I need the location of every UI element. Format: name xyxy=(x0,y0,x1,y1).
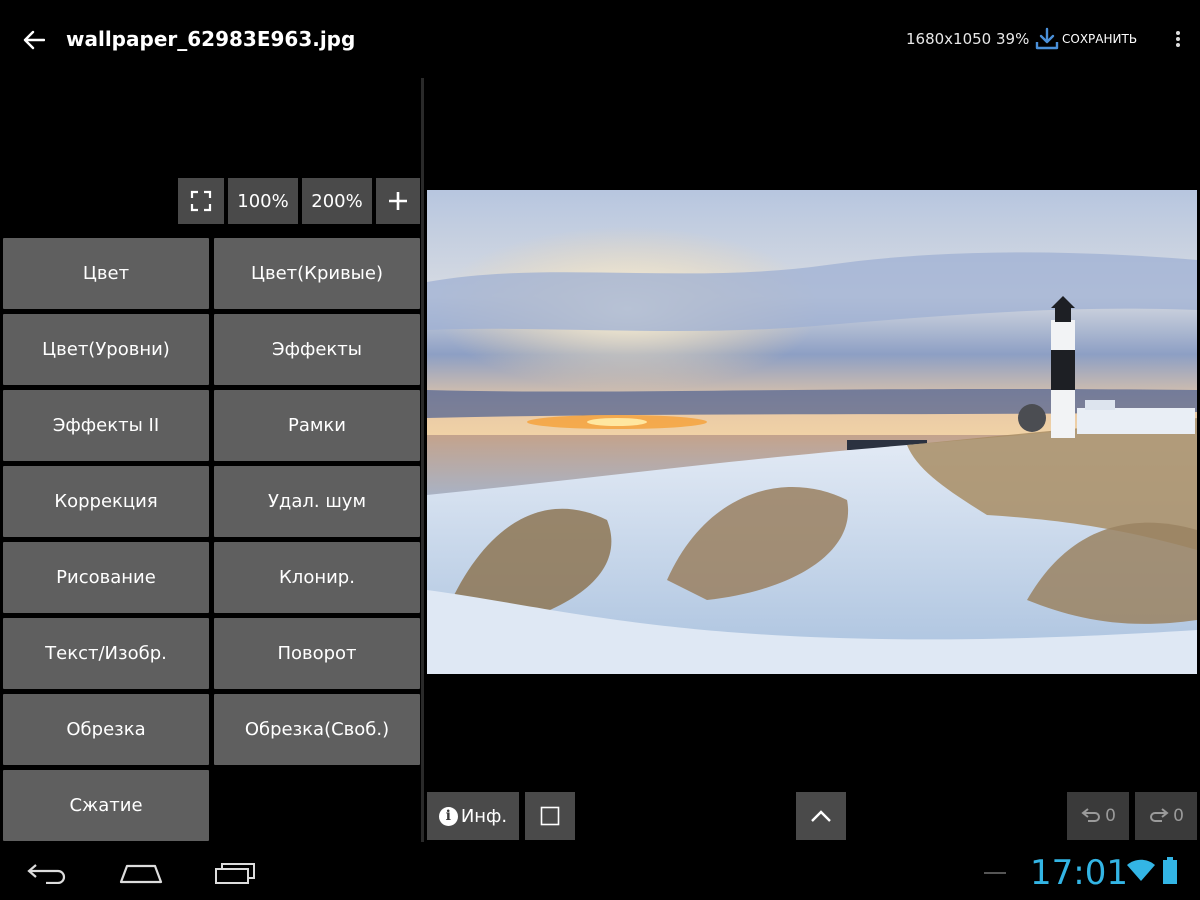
system-home-button[interactable] xyxy=(106,851,176,895)
download-icon xyxy=(1035,27,1059,50)
tool-text-image[interactable]: Текст/Изобр. xyxy=(3,618,209,689)
zoom-100-button[interactable]: 100% xyxy=(228,178,298,224)
nav-recents-icon xyxy=(215,863,255,884)
tool-correction[interactable]: Коррекция xyxy=(3,466,209,537)
tool-clone[interactable]: Клонир. xyxy=(214,542,420,613)
system-back-button[interactable] xyxy=(12,851,82,895)
undo-button[interactable]: 0 xyxy=(1067,792,1129,840)
redo-count: 0 xyxy=(1173,806,1184,826)
status-clock: 17:01 xyxy=(1030,853,1128,893)
file-title: wallpaper_62983E963.jpg xyxy=(66,27,356,51)
info-button[interactable]: i Инф. xyxy=(427,792,519,840)
pane-divider xyxy=(421,78,424,842)
expand-up-button[interactable] xyxy=(796,792,846,840)
battery-icon xyxy=(1163,857,1177,884)
tool-color[interactable]: Цвет xyxy=(3,238,209,309)
tool-crop-free[interactable]: Обрезка(Своб.) xyxy=(214,694,420,765)
more-vert-icon xyxy=(1176,31,1180,47)
wifi-icon xyxy=(1127,859,1155,881)
tool-color-curves[interactable]: Цвет(Кривые) xyxy=(214,238,420,309)
tool-rotate[interactable]: Поворот xyxy=(214,618,420,689)
save-button[interactable]: СОХРАНИТЬ xyxy=(1034,22,1137,56)
save-label: СОХРАНИТЬ xyxy=(1062,32,1138,46)
undo-icon xyxy=(1081,808,1101,822)
arrow-left-icon xyxy=(23,30,45,50)
info-label: Инф. xyxy=(460,805,508,827)
tool-color-levels[interactable]: Цвет(Уровни) xyxy=(3,314,209,385)
nav-back-icon xyxy=(27,864,66,884)
redo-icon xyxy=(1150,808,1169,822)
fit-screen-button[interactable] xyxy=(178,178,224,224)
system-navigation-bar: 17:01 xyxy=(0,845,1200,900)
zoom-200-button[interactable]: 200% xyxy=(302,178,372,224)
tool-denoise[interactable]: Удал. шум xyxy=(214,466,420,537)
overflow-menu-button[interactable] xyxy=(1166,22,1190,56)
notification-dash xyxy=(984,872,1006,874)
tool-compress[interactable]: Сжатие xyxy=(3,770,209,841)
undo-count: 0 xyxy=(1105,806,1116,826)
action-bar: wallpaper_62983E963.jpg 1680x1050 39% СО… xyxy=(0,0,1200,78)
zoom-in-button[interactable] xyxy=(376,178,420,224)
plus-icon xyxy=(389,192,407,210)
chevron-up-icon xyxy=(811,810,831,822)
square-icon xyxy=(540,806,560,826)
tool-frames[interactable]: Рамки xyxy=(214,390,420,461)
tool-effects-2[interactable]: Эффекты II xyxy=(3,390,209,461)
system-recents-button[interactable] xyxy=(200,851,270,895)
photo-lighthouse-sunset xyxy=(427,190,1197,674)
tool-crop[interactable]: Обрезка xyxy=(3,694,209,765)
info-icon: i xyxy=(438,806,458,826)
image-canvas[interactable] xyxy=(427,190,1197,674)
fullscreen-icon xyxy=(190,190,212,212)
tool-effects[interactable]: Эффекты xyxy=(214,314,420,385)
image-info: 1680x1050 39% xyxy=(906,30,1030,48)
nav-home-icon xyxy=(119,864,163,884)
redo-button[interactable]: 0 xyxy=(1135,792,1197,840)
tool-drawing[interactable]: Рисование xyxy=(3,542,209,613)
back-button[interactable] xyxy=(14,20,54,60)
select-toggle-button[interactable] xyxy=(525,792,575,840)
